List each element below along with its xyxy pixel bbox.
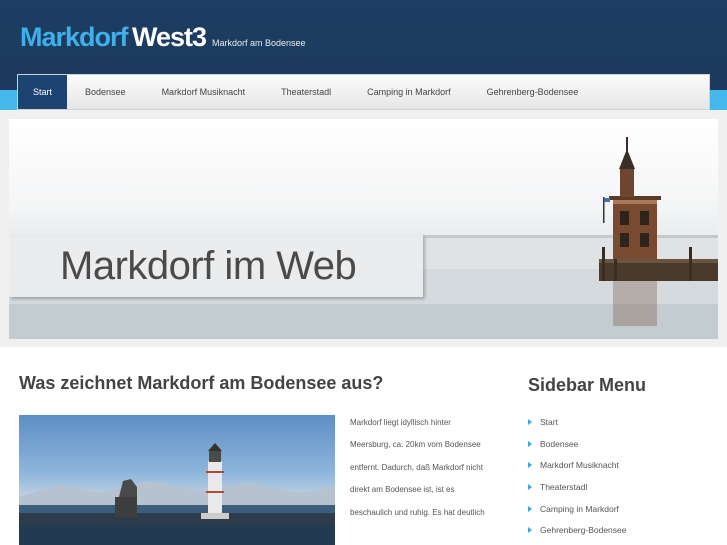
bullet-arrow-icon [528, 462, 532, 469]
bullet-arrow-icon [528, 483, 532, 490]
logo-text-west3: West3 [131, 22, 207, 52]
sidebar-item-start[interactable]: Start [528, 411, 626, 433]
nav-item-theaterstadl[interactable]: Theaterstadl [263, 75, 349, 109]
sidebar-item-camping-in-markdorf[interactable]: Camping in Markdorf [528, 498, 626, 520]
sidebar-item-label: Theaterstadl [540, 481, 588, 492]
site-tagline: Markdorf am Bodensee [212, 38, 306, 48]
nav-item-bodensee[interactable]: Bodensee [67, 75, 144, 109]
content-photo-lighthouse [19, 415, 335, 545]
page-title: Was zeichnet Markdorf am Bodensee aus? [19, 373, 384, 393]
site-logo[interactable]: Markdorf West3 [20, 22, 207, 53]
nav-item-gehrenberg-bodensee[interactable]: Gehrenberg-Bodensee [469, 75, 597, 109]
sidebar-item-bodensee[interactable]: Bodensee [528, 433, 626, 455]
harbor-lighthouse-photo [19, 443, 335, 545]
bullet-arrow-icon [528, 418, 532, 425]
bullet-arrow-icon [528, 527, 532, 534]
intro-paragraph: Markdorf liegt idyllisch hinter Meersbur… [350, 418, 485, 517]
hero-image: Markdorf im Web [9, 119, 718, 339]
sidebar-item-gehrenberg-bodensee[interactable]: Gehrenberg-Bodensee [528, 519, 626, 541]
nav-item-start[interactable]: Start [18, 75, 68, 109]
logo-text-markdorf: Markdorf [20, 22, 129, 52]
bullet-arrow-icon [528, 505, 532, 512]
sidebar-item-label: Camping in Markdorf [540, 503, 619, 514]
bullet-arrow-icon [528, 440, 532, 447]
hero-title: Markdorf im Web [60, 244, 357, 288]
sidebar-item-markdorf-musiknacht[interactable]: Markdorf Musiknacht [528, 454, 626, 476]
main-navigation: Start Bodensee Markdorf Musiknacht Theat… [17, 74, 710, 110]
sidebar-item-label: Markdorf Musiknacht [540, 460, 619, 471]
sidebar-item-label: Bodensee [540, 438, 579, 449]
sidebar-heading: Sidebar Menu [528, 375, 647, 395]
sidebar-item-theaterstadl[interactable]: Theaterstadl [528, 476, 626, 498]
sidebar-item-label: Gehrenberg-Bodensee [540, 525, 627, 536]
sidebar-item-label: Start [540, 416, 558, 427]
nav-item-markdorf-musiknacht[interactable]: Markdorf Musiknacht [144, 75, 264, 109]
hero-lake-lighthouse-illustration [9, 137, 718, 339]
nav-item-camping-in-markdorf[interactable]: Camping in Markdorf [349, 75, 469, 109]
sidebar-menu: Start Bodensee Markdorf Musiknacht Theat… [528, 411, 626, 541]
